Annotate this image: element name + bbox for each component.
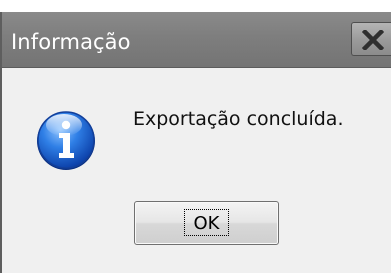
- dialog-message: Exportação concluída.: [133, 108, 344, 130]
- focus-rectangle: OK: [184, 209, 229, 236]
- info-icon: [37, 111, 95, 170]
- close-icon: [362, 30, 384, 50]
- ok-button-label: OK: [193, 213, 220, 234]
- close-button[interactable]: [351, 22, 391, 56]
- dialog-title: Informação: [11, 30, 131, 54]
- ok-button[interactable]: OK: [134, 201, 279, 245]
- title-bar[interactable]: Informação: [2, 12, 391, 68]
- info-dialog: Informação Exportação concluída. OK: [0, 12, 391, 273]
